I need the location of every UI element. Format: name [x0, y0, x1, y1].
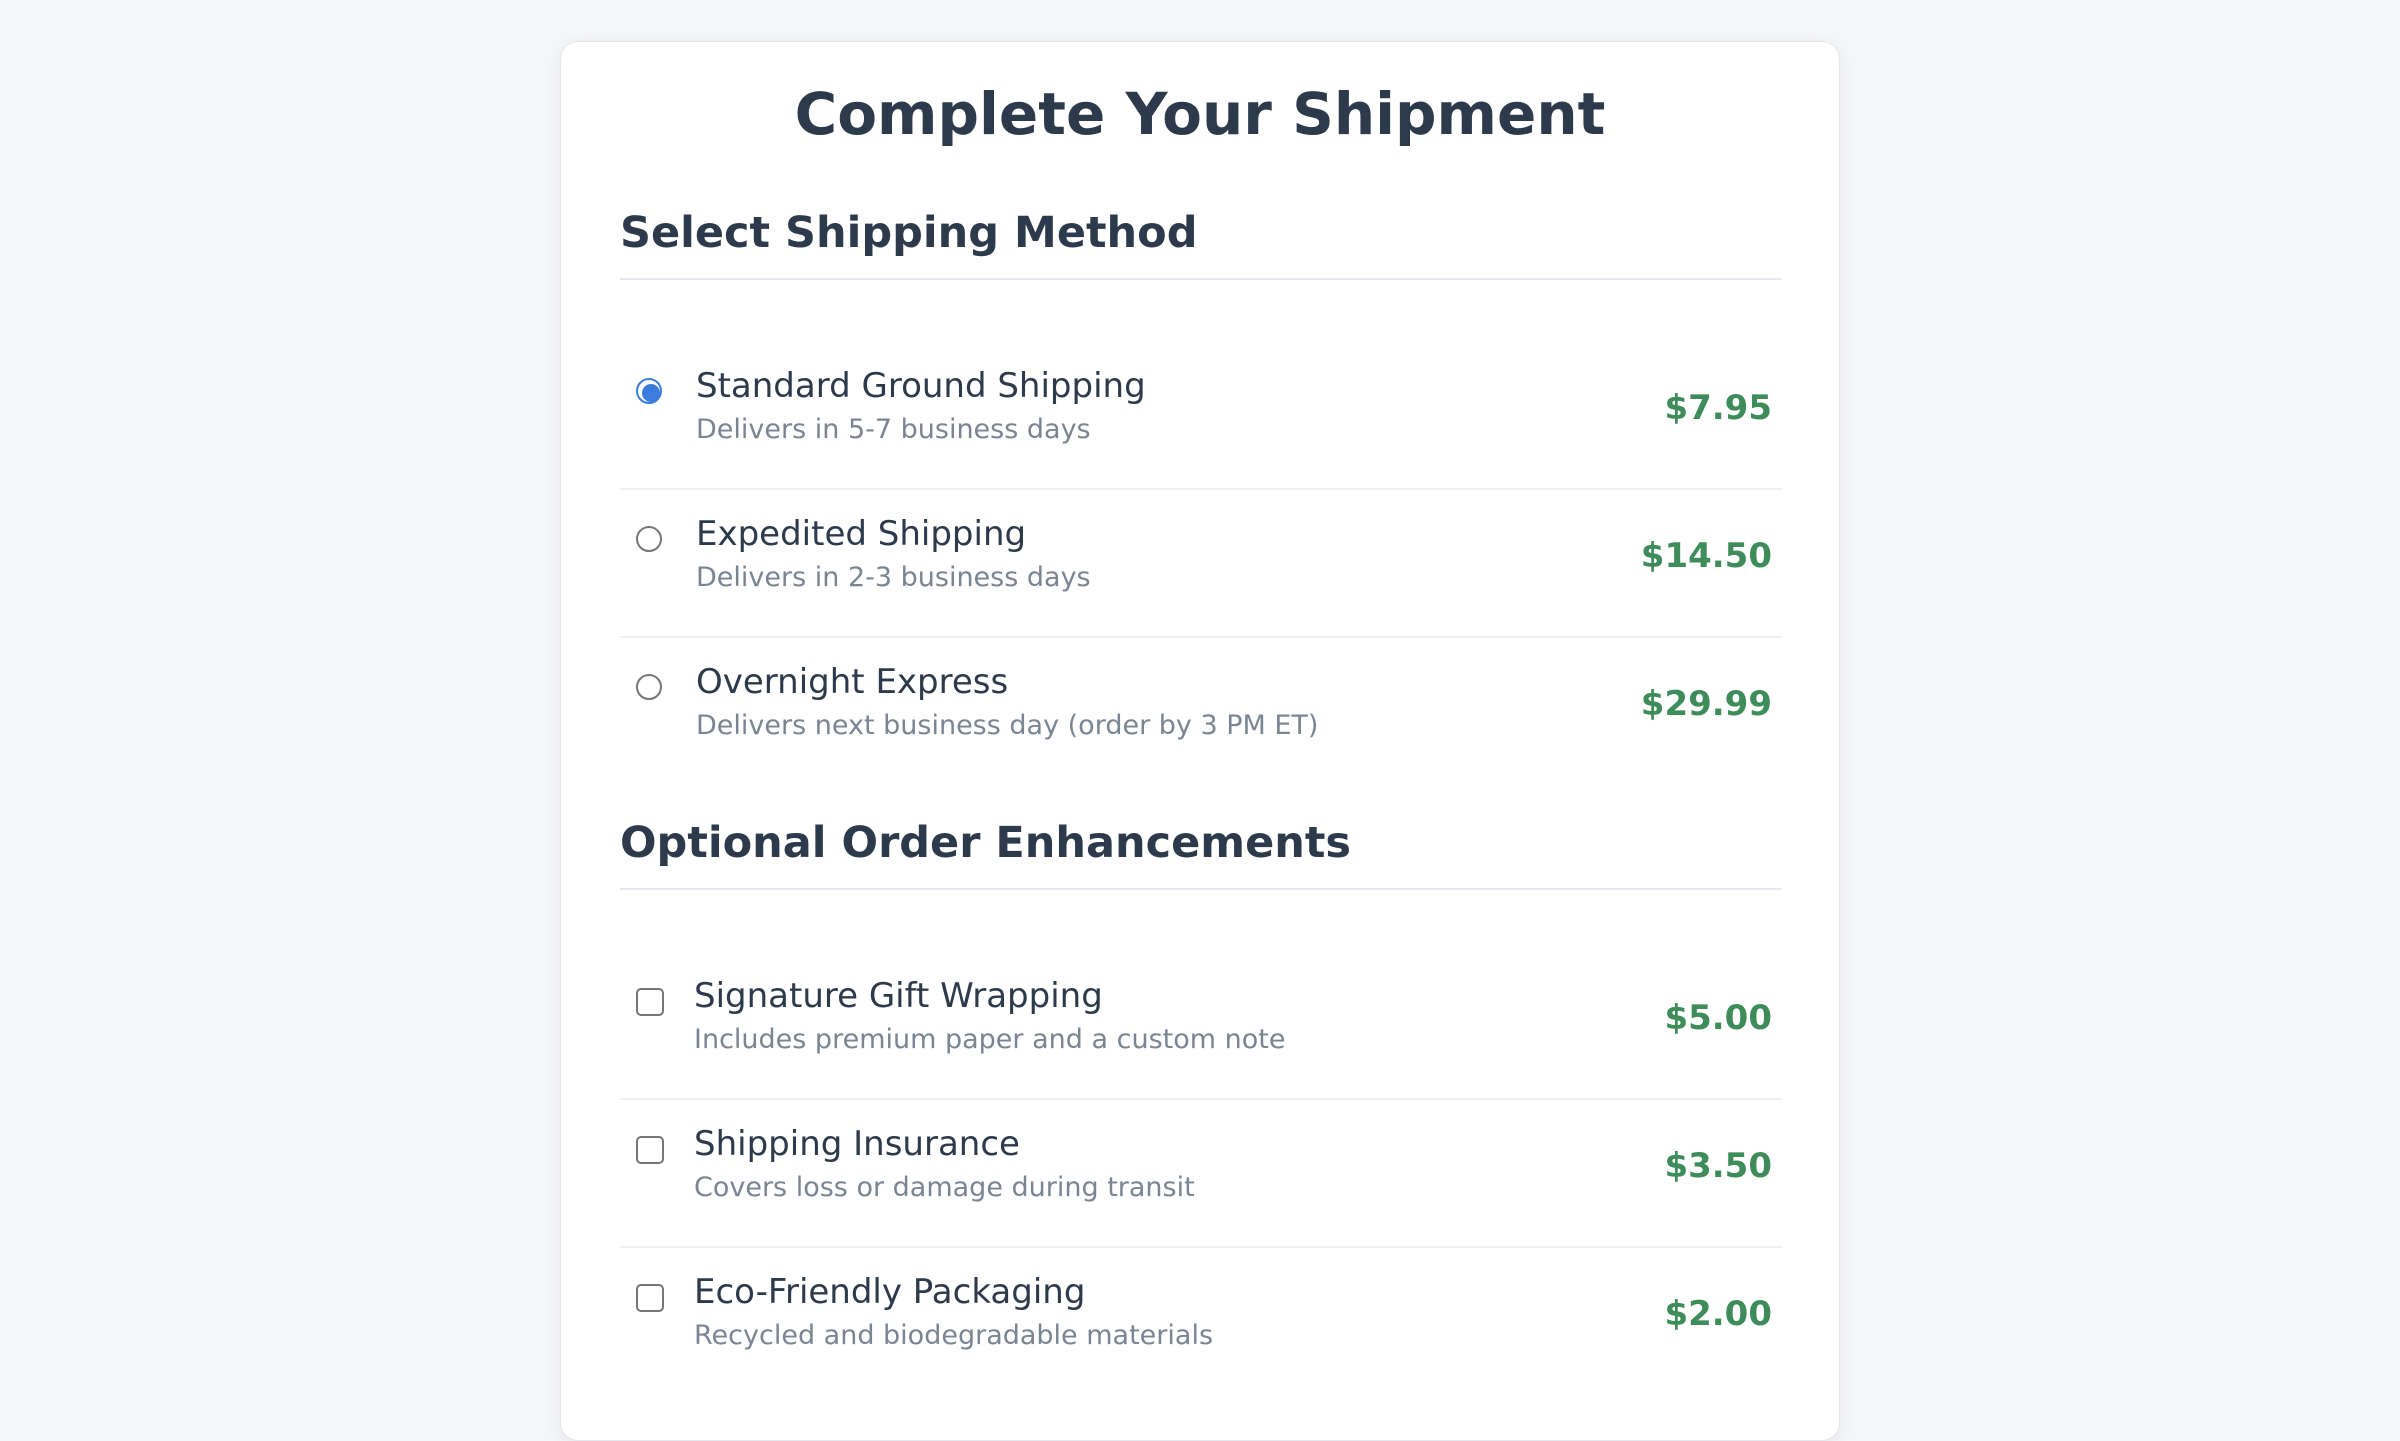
page-title: Complete Your Shipment [794, 80, 1606, 148]
checkbox-eco-packaging[interactable] [636, 1284, 664, 1312]
shipping-method-list: Standard Ground Shipping Delivers in 5-7… [620, 342, 1782, 784]
option-price: $14.50 [1640, 536, 1772, 576]
radio-standard[interactable] [636, 378, 662, 404]
option-price: $7.95 [1664, 388, 1772, 428]
option-name: Eco-Friendly Packaging [694, 1272, 1086, 1312]
shipment-card: Complete Your Shipment Select Shipping M… [560, 41, 1840, 1441]
option-name: Overnight Express [696, 662, 1009, 702]
enhancements-heading: Optional Order Enhancements [620, 818, 1782, 890]
option-description: Delivers in 5-7 business days [696, 414, 1091, 445]
addon-eco-packaging[interactable]: Eco-Friendly Packaging Recycled and biod… [620, 1248, 1782, 1394]
shipping-option-expedited[interactable]: Expedited Shipping Delivers in 2-3 busin… [620, 490, 1782, 638]
option-name: Expedited Shipping [696, 514, 1027, 554]
checkbox-shipping-insurance[interactable] [636, 1136, 664, 1164]
option-price: $2.00 [1664, 1294, 1772, 1334]
shipping-method-heading: Select Shipping Method [620, 208, 1782, 280]
option-description: Includes premium paper and a custom note [694, 1024, 1286, 1055]
radio-overnight[interactable] [636, 674, 662, 700]
option-price: $5.00 [1664, 998, 1772, 1038]
option-price: $3.50 [1664, 1146, 1772, 1186]
addon-gift-wrapping[interactable]: Signature Gift Wrapping Includes premium… [620, 952, 1782, 1100]
addon-shipping-insurance[interactable]: Shipping Insurance Covers loss or damage… [620, 1100, 1782, 1248]
option-price: $29.99 [1640, 684, 1772, 724]
option-name: Standard Ground Shipping [696, 366, 1146, 406]
option-name: Shipping Insurance [694, 1124, 1020, 1164]
radio-expedited[interactable] [636, 526, 662, 552]
shipping-option-standard[interactable]: Standard Ground Shipping Delivers in 5-7… [620, 342, 1782, 490]
shipping-option-overnight[interactable]: Overnight Express Delivers next business… [620, 638, 1782, 784]
option-description: Delivers next business day (order by 3 P… [696, 710, 1319, 741]
enhancements-list: Signature Gift Wrapping Includes premium… [620, 952, 1782, 1394]
option-description: Covers loss or damage during transit [694, 1172, 1195, 1203]
option-name: Signature Gift Wrapping [694, 976, 1103, 1016]
option-description: Recycled and biodegradable materials [694, 1320, 1214, 1351]
checkbox-gift-wrapping[interactable] [636, 988, 664, 1016]
option-description: Delivers in 2-3 business days [696, 562, 1091, 593]
